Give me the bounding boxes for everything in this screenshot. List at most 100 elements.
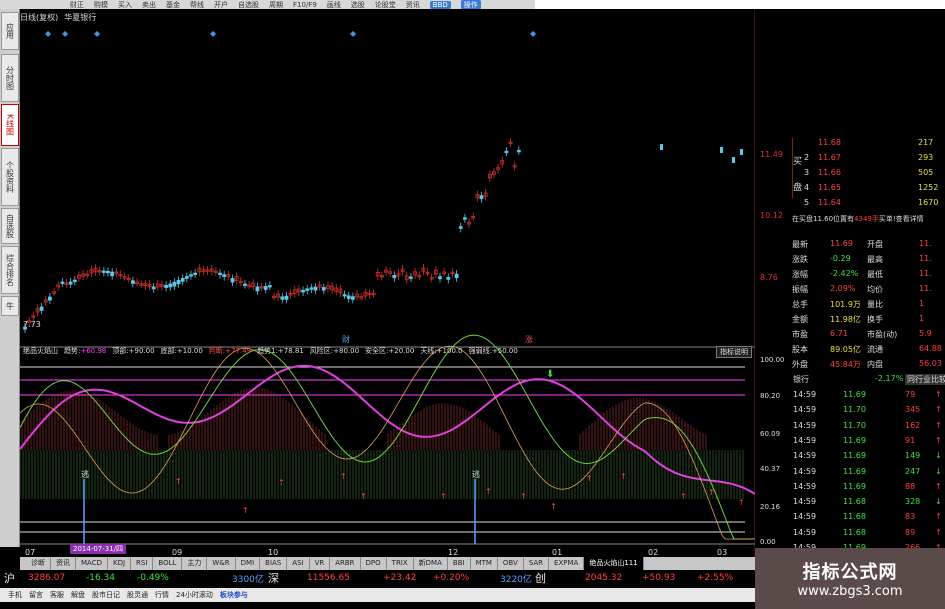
bottom-menu-item[interactable]: 行情	[155, 590, 169, 600]
sh-change: -16.34	[86, 573, 116, 583]
toolbar-item[interactable]: 自选股	[238, 0, 259, 9]
event-marker: 涨	[525, 334, 533, 344]
indicator-tab[interactable]: OBV	[498, 557, 524, 570]
trade-arrow-icon: ↑	[935, 527, 942, 537]
indicator-tab[interactable]: VR	[310, 557, 331, 570]
sidebar-tab[interactable]: K线图	[1, 104, 19, 146]
indicator-tab[interactable]: ARBR	[330, 557, 361, 570]
toolbar-item[interactable]: 购模	[94, 0, 108, 9]
candle-body	[392, 275, 397, 279]
toolbar-item[interactable]: BBD	[429, 0, 451, 9]
indicator-tab[interactable]: SAR	[524, 557, 550, 570]
up-arrow-icon: ↑	[175, 477, 182, 486]
buy-info[interactable]: 在买盘11.60位置有4349手买单!查看详情	[792, 214, 945, 224]
toolbar-item[interactable]: 基金	[166, 0, 180, 9]
toolbar-item[interactable]: 操作	[460, 0, 481, 9]
indicator-tab[interactable]: DMI	[236, 557, 261, 570]
left-sidebar: 应用分时图 K线图个股资料自选股综合排名牛	[0, 9, 20, 547]
candle-body	[230, 278, 235, 283]
trade-arrow-icon: ↑	[935, 512, 942, 522]
candle-body	[168, 283, 173, 288]
toolbar-item[interactable]: F10/F9	[293, 1, 317, 9]
sidebar-tab[interactable]: 自选股	[1, 208, 19, 244]
strong-value: +50.00	[491, 346, 518, 355]
bottom-menu-item[interactable]: 解盘	[71, 590, 85, 600]
toolbar-item[interactable]: 周期	[269, 0, 283, 9]
candle-body	[72, 279, 77, 283]
sidebar-tab[interactable]: 牛	[1, 296, 19, 316]
bottom-menu-item[interactable]: 股灵通	[127, 590, 148, 600]
candle-body	[720, 147, 723, 153]
bottom-menu-item[interactable]: 手机	[8, 590, 22, 600]
candle-body	[180, 277, 185, 282]
indicator-tab[interactable]: BOLL	[153, 557, 183, 570]
watermark: 指标公式网 www.zbgs3.com	[755, 548, 945, 609]
toolbar-item[interactable]: 画线	[327, 0, 341, 9]
indicator-tab[interactable]: RSI	[131, 557, 154, 570]
indicator-tab[interactable]: 资讯	[51, 557, 76, 570]
sidebar-tab[interactable]: 综合排名	[1, 246, 19, 294]
candle-body	[346, 295, 351, 299]
indicator-tab[interactable]: KDJ	[108, 557, 132, 570]
toolbar-item[interactable]: 论股堂	[375, 0, 396, 9]
candle-body	[280, 296, 285, 300]
chart-mode: 日线(复权)	[20, 13, 59, 22]
indicator-tab[interactable]: BBI	[448, 557, 471, 570]
cy-pct: +2.55%	[697, 573, 734, 583]
chart-area[interactable]: ◆ ◆ ◆ ◆ ◆ ◆ 7.73 财 涨逃 逃 ↑ ↑ ↑ ↑ ↑ ↑ ↑ ↑ ↑ ↑ ↑ ↑ ↑ ↑ ⬇ 07 09 10 12 01 0…	[20, 9, 755, 557]
indicator-tab[interactable]: 主力	[182, 557, 208, 570]
indicator-tab[interactable]: W&R	[207, 557, 236, 570]
trade-volume: 79	[905, 390, 916, 399]
sidebar-tab[interactable]: 分时图	[1, 54, 19, 102]
trade-time: 14:59	[793, 435, 817, 445]
trade-time: 14:59	[793, 405, 817, 415]
trade-volume: 89	[905, 527, 916, 537]
top-value: +90.00	[128, 346, 155, 355]
indicator-help-button[interactable]: 指标说明	[716, 346, 752, 358]
indicator-tab[interactable]: MTM	[471, 557, 498, 570]
ind-axis-label: 0.00	[760, 538, 776, 546]
quote-value: 1	[919, 299, 925, 308]
toolbar-item[interactable]: 资讯	[406, 0, 420, 9]
sidebar-tab[interactable]: 个股资料	[1, 148, 19, 206]
indicator-tab[interactable]: TRIX	[387, 557, 414, 570]
toolbar-item[interactable]: 帮线	[190, 0, 204, 9]
candle-body	[732, 157, 735, 163]
trade-volume: 88	[905, 481, 916, 491]
quote-value: 64.88	[919, 344, 942, 353]
toolbar-item[interactable]: 财正	[70, 0, 84, 9]
trade-arrow-icon: ↓	[935, 451, 942, 461]
candle-body	[458, 226, 463, 229]
quote-value: 11.	[919, 254, 932, 263]
watermark-title: 指标公式网	[802, 562, 898, 583]
indicator-tab[interactable]: MACD	[76, 557, 108, 570]
bottom-menu-item[interactable]: 板块参与	[220, 590, 248, 600]
up-arrow-icon: ↑	[278, 478, 285, 487]
candle-body	[454, 273, 459, 278]
bottom-menu-item[interactable]: 股市日记	[92, 590, 120, 600]
ob-volume: 1670	[918, 198, 939, 207]
watermark-url: www.zbgs3.com	[797, 584, 903, 599]
bottom-menu-item[interactable]: 留言	[29, 590, 43, 600]
sidebar-tab[interactable]: 应用	[1, 12, 19, 50]
indicator-tab[interactable]: DPO	[361, 557, 387, 570]
bottom-menu-item[interactable]: 24小时滚动	[176, 590, 213, 600]
indicator-tab[interactable]: EXPMA	[549, 557, 585, 570]
toolbar-item[interactable]: 选股	[351, 0, 365, 9]
price-axis-label: 11.49	[760, 150, 783, 159]
toolbar-item[interactable]: 卖出	[142, 0, 156, 9]
indicator-tab[interactable]: 新DMA	[414, 557, 448, 570]
indicator-tab[interactable]: ASI	[287, 557, 310, 570]
bottom-menu-item[interactable]: 客服	[50, 590, 64, 600]
indicator-tab[interactable]: BIAS	[260, 557, 288, 570]
down-arrow-icon: ⬇	[546, 369, 554, 380]
indicator-tab[interactable]: 诊断	[26, 557, 51, 570]
quote-value: 2.09%	[830, 284, 856, 293]
quote-label: 金额	[792, 315, 808, 324]
sector-compare-link[interactable]: 同行业比较	[905, 374, 945, 385]
indicator-tab[interactable]: 绝品火焰山111	[584, 557, 644, 570]
index-bar: 沪 3286.07 -16.34 -0.49% 3300亿 深 11556.65…	[0, 571, 760, 585]
up-arrow-icon: ↑	[340, 472, 347, 481]
toolbar-item[interactable]: 买入	[118, 0, 132, 9]
toolbar-item[interactable]: 开户	[214, 0, 228, 9]
